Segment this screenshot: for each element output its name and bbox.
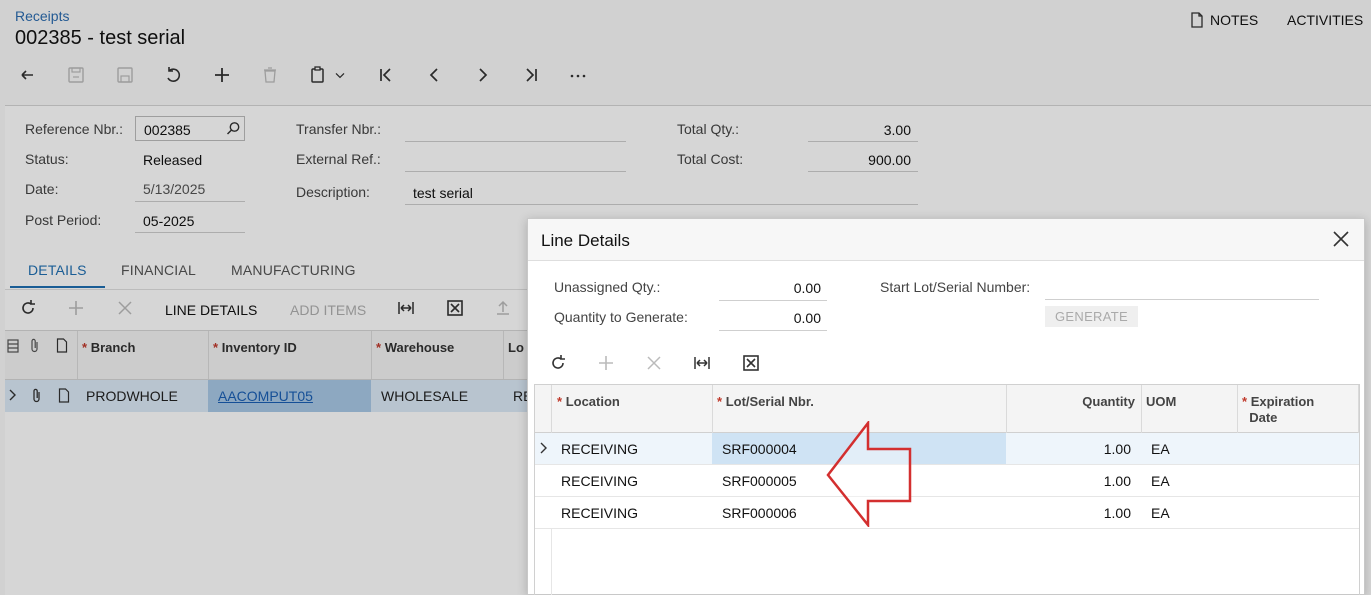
close-icon[interactable]	[1332, 230, 1350, 248]
start-lot-serial-field[interactable]	[1045, 274, 1319, 300]
table-row[interactable]: RECEIVING SRF000006 1.00 EA	[535, 497, 1359, 529]
table-row[interactable]: RECEIVING SRF000005 1.00 EA	[535, 465, 1359, 497]
qty-to-generate-label: Quantity to Generate:	[554, 309, 688, 325]
add-row-icon[interactable]	[594, 351, 618, 375]
lot-serial-grid-header: * Location * Lot/Serial Nbr. Quantity UO…	[535, 385, 1359, 433]
unassigned-qty-value: 0.00	[719, 275, 827, 301]
uom-cell[interactable]: EA	[1151, 473, 1170, 489]
unassigned-qty-label: Unassigned Qty.:	[554, 279, 661, 295]
dialog-title: Line Details	[541, 231, 630, 250]
dialog-header: Line Details	[528, 219, 1364, 261]
fit-columns-icon[interactable]	[690, 351, 714, 375]
quantity-cell[interactable]: 1.00	[1104, 473, 1131, 489]
quantity-cell[interactable]: 1.00	[1104, 441, 1131, 457]
lot-serial-cell[interactable]: SRF000004	[722, 441, 797, 457]
uom-cell[interactable]: EA	[1151, 441, 1170, 457]
start-lot-serial-label: Start Lot/Serial Number:	[880, 279, 1031, 295]
location-cell[interactable]: RECEIVING	[561, 441, 638, 457]
lot-serial-grid: * Location * Lot/Serial Nbr. Quantity UO…	[534, 384, 1360, 595]
row-expand-icon[interactable]	[539, 442, 547, 454]
location-cell[interactable]: RECEIVING	[561, 473, 638, 489]
quantity-cell[interactable]: 1.00	[1104, 505, 1131, 521]
line-details-dialog: Line Details Unassigned Qty.: 0.00 Quant…	[527, 218, 1365, 595]
table-row[interactable]: RECEIVING SRF000004 1.00 EA	[535, 433, 1359, 465]
uom-cell[interactable]: EA	[1151, 505, 1170, 521]
excel-export-icon[interactable]	[739, 351, 763, 375]
location-column-header[interactable]: * Location	[557, 394, 620, 409]
delete-row-icon[interactable]	[642, 351, 666, 375]
generate-button[interactable]: GENERATE	[1045, 306, 1138, 327]
quantity-column-header[interactable]: Quantity	[1082, 394, 1135, 409]
lot-serial-cell[interactable]: SRF000005	[722, 473, 797, 489]
expiration-date-column-header[interactable]: * Expiration Date	[1242, 394, 1314, 426]
uom-column-header[interactable]: UOM	[1146, 394, 1176, 409]
annotation-arrow-icon	[826, 421, 912, 527]
refresh-icon[interactable]	[546, 351, 570, 375]
lot-serial-cell[interactable]: SRF000006	[722, 505, 797, 521]
qty-to-generate-field[interactable]: 0.00	[719, 305, 827, 331]
lot-serial-column-header[interactable]: * Lot/Serial Nbr.	[717, 394, 814, 409]
location-cell[interactable]: RECEIVING	[561, 505, 638, 521]
